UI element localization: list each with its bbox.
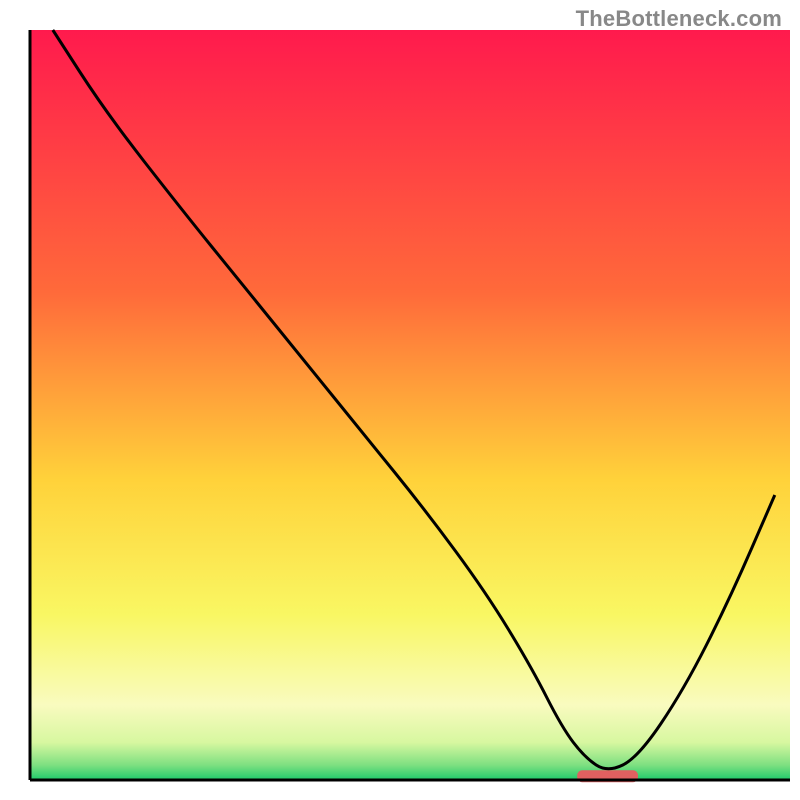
watermark-text: TheBottleneck.com bbox=[576, 6, 782, 32]
plot-gradient-bg bbox=[30, 30, 790, 780]
chart-container: { "watermark": "TheBottleneck.com", "cha… bbox=[0, 0, 800, 800]
bottleneck-plot bbox=[0, 0, 800, 800]
